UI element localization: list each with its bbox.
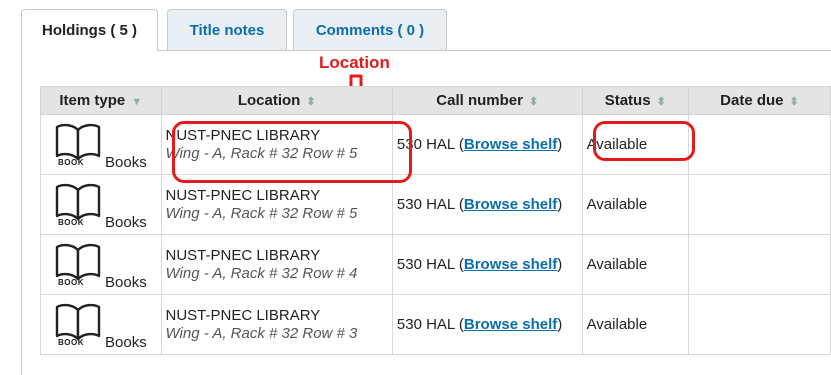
tab-holdings[interactable]: Holdings ( 5 ) xyxy=(21,9,158,51)
book-caption: BOOK xyxy=(58,337,84,347)
call-number-text: 530 HAL ( xyxy=(396,196,464,213)
status-text: Available xyxy=(586,196,648,213)
cell-call-number: 530 HAL (Browse shelf) xyxy=(391,174,583,235)
cell-date-due xyxy=(687,174,831,235)
status-text: Available xyxy=(586,136,648,153)
call-number-suffix: ) xyxy=(557,196,563,213)
browse-shelf-link[interactable]: Browse shelf xyxy=(464,196,557,213)
holdings-table: Item type ▼ Location ⬍ Call number ⬍ Status… xyxy=(40,86,831,355)
cell-status: Available xyxy=(581,174,689,235)
cell-location: NUST-PNEC LIBRARY Wing - A, Rack # 32 Row… xyxy=(160,174,393,235)
tab-title-notes[interactable]: Title notes xyxy=(167,9,287,50)
cell-item-type: BOOK Books xyxy=(40,234,162,295)
library-name: NUST-PNEC LIBRARY xyxy=(165,246,321,264)
item-type-label: Books xyxy=(105,153,147,171)
browse-shelf-link[interactable]: Browse shelf xyxy=(464,136,557,153)
sort-both-icon: ⬍ xyxy=(306,96,316,108)
book-caption: BOOK xyxy=(58,157,84,167)
status-text: Available xyxy=(586,316,648,333)
library-name: NUST-PNEC LIBRARY xyxy=(165,306,321,324)
cell-location: NUST-PNEC LIBRARY Wing - A, Rack # 32 Row… xyxy=(160,114,393,175)
cell-date-due xyxy=(687,294,831,355)
cell-item-type: BOOK Books xyxy=(40,294,162,355)
cell-location: NUST-PNEC LIBRARY Wing - A, Rack # 32 Row… xyxy=(160,234,393,295)
cell-status: Available xyxy=(581,114,689,175)
shelf-location: Wing - A, Rack # 32 Row # 3 xyxy=(165,324,358,342)
table-row: BOOK Books NUST-PNEC LIBRARY Wing - A, Rack… xyxy=(40,234,831,295)
cell-date-due xyxy=(687,234,831,295)
column-header-item-type[interactable]: Item type ▼ xyxy=(40,86,162,115)
tab-bar: Holdings ( 5 ) Title notes Comments ( 0 … xyxy=(0,0,831,51)
cell-call-number: 530 HAL (Browse shelf) xyxy=(391,294,583,355)
status-text: Available xyxy=(586,256,648,273)
book-caption: BOOK xyxy=(58,277,84,287)
table-row: BOOK Books NUST-PNEC LIBRARY Wing - A, Rack… xyxy=(40,174,831,235)
browse-shelf-link[interactable]: Browse shelf xyxy=(464,316,557,333)
shelf-location: Wing - A, Rack # 32 Row # 5 xyxy=(165,144,358,162)
cell-call-number: 530 HAL (Browse shelf) xyxy=(391,234,583,295)
table-row: BOOK Books NUST-PNEC LIBRARY Wing - A, Rack… xyxy=(40,114,831,175)
cell-call-number: 530 HAL (Browse shelf) xyxy=(391,114,583,175)
cell-location: NUST-PNEC LIBRARY Wing - A, Rack # 32 Row… xyxy=(160,294,393,355)
item-type-label: Books xyxy=(105,273,147,291)
column-header-location[interactable]: Location ⬍ xyxy=(160,86,393,115)
table-row: BOOK Books NUST-PNEC LIBRARY Wing - A, Rack… xyxy=(40,294,831,355)
cell-date-due xyxy=(687,114,831,175)
book-caption: BOOK xyxy=(58,217,84,227)
call-number-suffix: ) xyxy=(557,256,563,273)
cell-item-type: BOOK Books xyxy=(40,174,162,235)
call-number-suffix: ) xyxy=(557,136,563,153)
column-header-date-due[interactable]: Date due ⬍ xyxy=(687,86,831,115)
shelf-location: Wing - A, Rack # 32 Row # 4 xyxy=(165,264,358,282)
cell-status: Available xyxy=(581,294,689,355)
browse-shelf-link[interactable]: Browse shelf xyxy=(464,256,557,273)
sort-both-icon: ⬍ xyxy=(528,96,539,108)
column-header-call-number[interactable]: Call number ⬍ xyxy=(391,86,583,115)
library-name: NUST-PNEC LIBRARY xyxy=(165,126,321,144)
item-type-label: Books xyxy=(105,213,147,231)
call-number-text: 530 HAL ( xyxy=(396,136,464,153)
tab-comments[interactable]: Comments ( 0 ) xyxy=(293,9,447,50)
table-header-row: Item type ▼ Location ⬍ Call number ⬍ Status… xyxy=(40,86,831,115)
cell-status: Available xyxy=(581,234,689,295)
cell-item-type: BOOK Books xyxy=(40,114,162,175)
sort-desc-icon: ▼ xyxy=(131,96,143,108)
column-header-status[interactable]: Status ⬍ xyxy=(581,86,689,115)
call-number-text: 530 HAL ( xyxy=(396,316,464,333)
call-number-suffix: ) xyxy=(557,316,563,333)
call-number-text: 530 HAL ( xyxy=(396,256,464,273)
shelf-location: Wing - A, Rack # 32 Row # 5 xyxy=(165,204,358,222)
item-type-label: Books xyxy=(105,333,147,351)
sort-both-icon: ⬍ xyxy=(656,96,666,108)
location-annotation-label: Location xyxy=(319,53,390,72)
library-name: NUST-PNEC LIBRARY xyxy=(165,186,321,204)
sort-both-icon: ⬍ xyxy=(789,96,799,108)
